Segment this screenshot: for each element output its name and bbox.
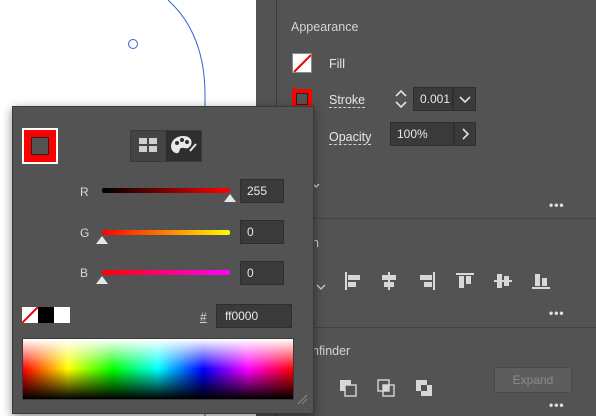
pathfinder-exclude-icon[interactable]: [414, 378, 434, 403]
align-dropdown-chevron-icon[interactable]: [316, 278, 326, 296]
red-value-input[interactable]: 255: [240, 179, 284, 203]
align-bottom-icon[interactable]: [530, 270, 552, 292]
swatches-mode-icon[interactable]: [131, 131, 166, 161]
chevron-right-icon: [462, 128, 470, 140]
align-top-icon[interactable]: [454, 270, 476, 292]
align-more-options-icon[interactable]: •••: [549, 306, 565, 320]
pathfinder-more-options-icon[interactable]: •••: [549, 398, 565, 412]
green-channel-label: G: [80, 226, 90, 240]
blue-value-input[interactable]: 0: [240, 261, 284, 285]
align-left-icon[interactable]: [342, 270, 364, 292]
pathfinder-intersect-icon[interactable]: [376, 378, 396, 403]
no-fill-icon: [293, 54, 311, 72]
no-color-icon: [22, 307, 38, 323]
hex-hash-label: #: [200, 310, 207, 324]
opacity-input[interactable]: 100%: [390, 122, 454, 146]
resize-grip-icon[interactable]: [296, 392, 308, 405]
hex-value-input[interactable]: ff0000: [216, 304, 292, 328]
pathfinder-section-title: nfinder: [312, 344, 351, 358]
green-slider-thumb[interactable]: [96, 236, 108, 244]
stroke-weight-input[interactable]: 0.001: [413, 87, 453, 111]
chevron-down-icon: [459, 96, 471, 104]
blue-slider-thumb[interactable]: [96, 276, 108, 284]
current-stroke-swatch[interactable]: [22, 128, 58, 164]
opacity-slider-button[interactable]: [454, 122, 476, 146]
expand-button[interactable]: Expand: [494, 367, 572, 393]
color-mode-toggle: [130, 130, 202, 162]
align-right-icon[interactable]: [416, 270, 438, 292]
none-color-swatch[interactable]: [22, 307, 38, 323]
white-color-swatch[interactable]: [54, 307, 70, 323]
red-slider-track[interactable]: [102, 188, 230, 193]
stroke-weight-dropdown[interactable]: [453, 87, 476, 111]
color-mixer-mode-icon[interactable]: [166, 131, 201, 161]
black-color-swatch[interactable]: [38, 307, 54, 323]
stroke-label[interactable]: Stroke: [329, 93, 366, 108]
align-horizontal-center-icon[interactable]: [378, 270, 400, 292]
blue-channel-label: B: [80, 266, 89, 280]
red-channel-label: R: [80, 185, 89, 199]
stepper-arrows-icon: [395, 89, 407, 109]
appearance-more-options-icon[interactable]: •••: [549, 198, 565, 212]
color-spectrum-field[interactable]: [22, 338, 294, 400]
section-divider: [282, 327, 596, 328]
green-value-input[interactable]: 0: [240, 220, 284, 244]
appearance-section-title: Appearance: [291, 20, 359, 34]
section-divider: [282, 218, 596, 219]
red-slider-thumb[interactable]: [224, 194, 236, 202]
fill-swatch[interactable]: [292, 53, 312, 73]
fill-label[interactable]: Fill: [329, 57, 345, 71]
pathfinder-minus-front-icon[interactable]: [338, 378, 358, 403]
opacity-label[interactable]: Opacity: [329, 130, 372, 145]
blue-slider-track[interactable]: [102, 270, 230, 275]
green-slider-track[interactable]: [102, 230, 230, 235]
align-vertical-center-icon[interactable]: [492, 270, 514, 292]
stroke-weight-stepper[interactable]: [390, 86, 412, 112]
